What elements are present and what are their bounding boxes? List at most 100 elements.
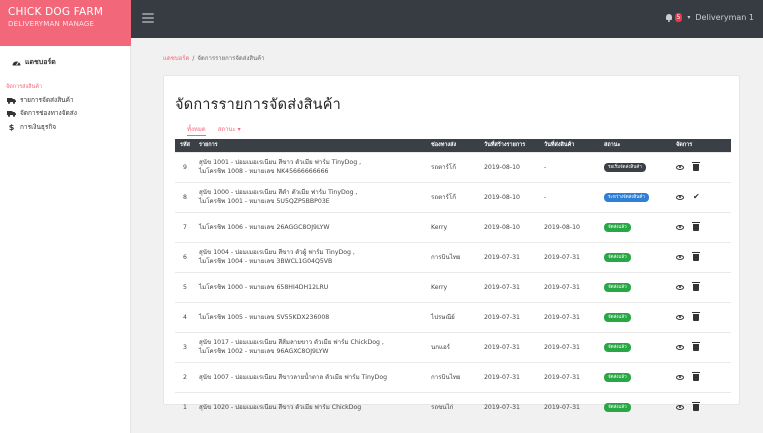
- delete-trash-icon[interactable]: [692, 251, 700, 261]
- row-created-date: 2019-07-31: [480, 301, 540, 332]
- table-row: 5 ไมโครชิพ 1000 - หมายเลข 658HI4DH12LRU Ke…: [175, 271, 731, 302]
- row-status: จัดส่งแล้ว: [600, 331, 672, 362]
- view-eye-icon[interactable]: [676, 254, 684, 260]
- row-item-line1: สุนัข 1020 - ปอมเมอเรเนียน สีขาว ตัวเมีย…: [199, 403, 362, 411]
- row-item-line2: ไมโครชิพ 1004 - หมายเลข 3BWCL1G04Q5VB: [199, 258, 333, 265]
- row-item-line1: ไมโครชิพ 1006 - หมายเลข 26AGGC8OJ9LYW: [199, 223, 330, 231]
- page-title: จัดการรายการจัดส่งสินค้า: [175, 97, 342, 113]
- row-item: ไมโครชิพ 1000 - หมายเลข 658HI4DH12LRU: [195, 271, 427, 302]
- delete-trash-icon[interactable]: [692, 371, 700, 381]
- view-eye-icon[interactable]: [676, 404, 684, 410]
- status-badge: จัดส่งแล้ว: [604, 402, 631, 412]
- row-item-line1: สุนัข 1017 - ปอมเมอเรเนียน สีส้มลายขาว ต…: [199, 339, 384, 346]
- delete-trash-icon[interactable]: [692, 341, 700, 351]
- view-eye-icon[interactable]: [676, 164, 684, 170]
- delete-trash-icon[interactable]: [692, 281, 700, 291]
- breadcrumb: แดชบอร์ด / จัดการรายการจัดส่งสินค้า: [163, 50, 740, 66]
- view-eye-icon[interactable]: [676, 374, 684, 380]
- row-item-line1: สุนัข 1007 - ปอมเมอเรเนียน สีขาวลายน้ำตา…: [199, 373, 388, 381]
- user-area[interactable]: 5 ▾ Deliveryman 1: [665, 13, 754, 22]
- delete-trash-icon[interactable]: [692, 311, 700, 321]
- sidebar-section-title: จัดการส่งสินค้า: [6, 84, 43, 90]
- delete-trash-icon[interactable]: [692, 401, 700, 411]
- row-id: 7: [175, 211, 195, 242]
- row-actions: [672, 211, 731, 242]
- row-actions: [672, 151, 731, 182]
- brand-title: CHICK DOG FARM: [8, 6, 104, 18]
- row-id: 9: [175, 151, 195, 182]
- delete-trash-icon[interactable]: [692, 161, 700, 171]
- row-carrier: ไปรษณีย์: [427, 301, 480, 332]
- row-shipped-date: 2019-07-31: [540, 391, 600, 422]
- brand-header[interactable]: CHICK DOG FARM DELIVERYMAN MANAGE: [0, 0, 131, 46]
- row-id: 6: [175, 241, 195, 272]
- row-item-line2: ไมโครชิพ 1001 - หมายเลข 5U5QZP5BBP03E: [199, 198, 330, 205]
- row-actions: [672, 301, 731, 332]
- row-id: 4: [175, 301, 195, 332]
- header-id: รหัส: [180, 142, 190, 149]
- header-shipped: วันที่ส่งสินค้า: [544, 142, 575, 149]
- table-row: 3 สุนัข 1017 - ปอมเมอเรเนียน สีส้มลายขาว …: [175, 331, 731, 362]
- row-id: 1: [175, 391, 195, 422]
- user-name[interactable]: Deliveryman 1: [695, 13, 754, 22]
- row-actions: [672, 241, 731, 272]
- table-row: 7 ไมโครชิพ 1006 - หมายเลข 26AGGC8OJ9LYW Ke…: [175, 211, 731, 242]
- confirm-check-icon[interactable]: ✔: [693, 193, 700, 201]
- row-actions: [672, 391, 731, 422]
- sidebar-item-label: จัดการช่องทางจัดส่ง: [20, 109, 77, 117]
- breadcrumb-current: จัดการรายการจัดส่งสินค้า: [197, 55, 265, 62]
- row-status: จัดส่งแล้ว: [600, 241, 672, 272]
- table-row: 4 ไมโครชิพ 1005 - หมายเลข SV55KDX236008 ไป…: [175, 301, 731, 332]
- header-carrier: ช่องทางส่ง: [431, 142, 457, 149]
- view-eye-icon[interactable]: [676, 314, 684, 320]
- view-eye-icon[interactable]: [676, 344, 684, 350]
- status-badge: จัดส่งแล้ว: [604, 372, 631, 382]
- content-card: จัดการรายการจัดส่งสินค้า ทั้งหมด สถานะ ▾…: [163, 75, 740, 422]
- row-item: สุนัข 1000 - ปอมเมอเรเนียน สีดำ ตัวเมีย …: [195, 181, 427, 212]
- sidebar-item-delivery-list[interactable]: รายการจัดส่งสินค้า: [7, 95, 74, 105]
- row-item-line1: ไมโครชิพ 1000 - หมายเลข 658HI4DH12LRU: [199, 283, 329, 291]
- chevron-down-icon[interactable]: ▾: [687, 14, 690, 21]
- row-status: จัดส่งแล้ว: [600, 361, 672, 392]
- view-eye-icon[interactable]: [676, 284, 684, 290]
- row-item: สุนัข 1020 - ปอมเมอเรเนียน สีขาว ตัวเมีย…: [195, 391, 427, 422]
- row-carrier: รถขนไก่: [427, 391, 480, 422]
- table-row: 8 สุนัข 1000 - ปอมเมอเรเนียน สีดำ ตัวเมีย…: [175, 181, 731, 212]
- delete-trash-icon[interactable]: [692, 221, 700, 231]
- filter-all-tab[interactable]: ทั้งหมด: [187, 124, 206, 136]
- sidebar-item-finance[interactable]: $ การเงินธุรกิจ: [7, 122, 56, 132]
- row-status: จัดส่งแล้ว: [600, 391, 672, 422]
- breadcrumb-home-link[interactable]: แดชบอร์ด: [163, 53, 189, 63]
- row-actions: [672, 331, 731, 362]
- row-item: สุนัข 1001 - ปอมเมอเรเนียน สีขาว ตัวเมีย…: [195, 151, 427, 182]
- row-created-date: 2019-07-31: [480, 391, 540, 422]
- row-item: สุนัข 1004 - ปอมเมอเรเนียน สีขาว ตัวผู้ …: [195, 241, 427, 272]
- row-created-date: 2019-08-10: [480, 181, 540, 212]
- row-created-date: 2019-07-31: [480, 241, 540, 272]
- row-item: ไมโครชิพ 1006 - หมายเลข 26AGGC8OJ9LYW: [195, 211, 427, 242]
- sidebar-item-delivery-channels[interactable]: จัดการช่องทางจัดส่ง: [7, 108, 77, 118]
- row-created-date: 2019-07-31: [480, 331, 540, 362]
- status-badge: จัดส่งแล้ว: [604, 342, 631, 352]
- row-carrier: นกแอร์: [427, 331, 480, 362]
- row-item: สุนัข 1017 - ปอมเมอเรเนียน สีส้มลายขาว ต…: [195, 331, 427, 362]
- status-badge: จัดส่งแล้ว: [604, 312, 631, 322]
- status-badge: รอเริ่มจัดส่งสินค้า: [604, 162, 646, 172]
- topbar: 5 ▾ Deliveryman 1: [131, 0, 763, 38]
- sidebar-item-dashboard[interactable]: แดชบอร์ด: [12, 57, 56, 68]
- sidebar-item-label: แดชบอร์ด: [25, 58, 56, 66]
- menu-toggle-icon[interactable]: [142, 13, 154, 23]
- row-carrier: การบินไทย: [427, 361, 480, 392]
- filter-status-dropdown[interactable]: สถานะ ▾: [218, 124, 241, 136]
- view-eye-icon[interactable]: [676, 194, 684, 200]
- header-actions: จัดการ: [676, 142, 693, 149]
- bell-icon[interactable]: [665, 13, 673, 22]
- view-eye-icon[interactable]: [676, 224, 684, 230]
- row-status: ระหว่างจัดส่งสินค้า: [600, 181, 672, 212]
- filter-tabs: ทั้งหมด สถานะ ▾: [187, 124, 241, 136]
- header-item: รายการ: [199, 142, 218, 149]
- header-status: สถานะ: [604, 142, 621, 149]
- row-item-line2: ไมโครชิพ 1002 - หมายเลข 96AGXC8OJ9LYW: [199, 348, 329, 355]
- row-actions: [672, 361, 731, 392]
- row-shipped-date: -: [540, 181, 600, 212]
